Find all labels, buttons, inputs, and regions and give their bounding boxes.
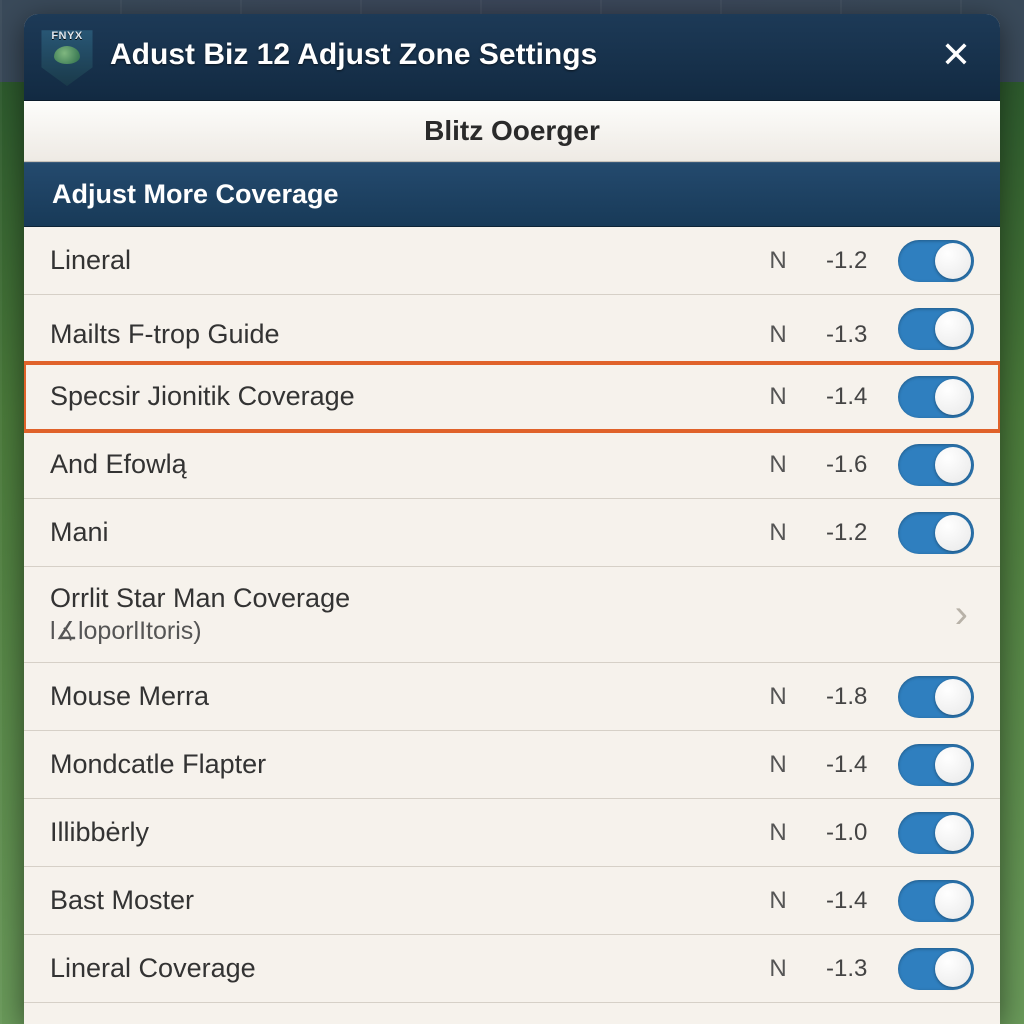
- titlebar: Adust Biz 12 Adjust Zone Settings ✕: [24, 14, 1000, 101]
- row-toggle[interactable]: [898, 240, 974, 282]
- panel-title: Adust Biz 12 Adjust Zone Settings: [110, 38, 920, 72]
- row-flag: N: [748, 519, 808, 547]
- row-flag: N: [748, 683, 808, 711]
- settings-row: LineralN-1.2: [24, 227, 1000, 295]
- row-flag: N: [748, 819, 808, 847]
- row-label: Mailts F-trop Guide: [50, 319, 748, 350]
- settings-row: Specsir Jionitik CoverageN-1.4: [24, 363, 1000, 431]
- row-flag: N: [748, 451, 808, 479]
- settings-row-nav[interactable]: Orrlit Star Man Coveragel∡loporlItoris)›: [24, 567, 1000, 663]
- settings-row: Mailts F-trop GuideN-1.3: [24, 295, 1000, 363]
- row-toggle[interactable]: [898, 880, 974, 922]
- settings-row: Mondcatle FlapterN-1.4: [24, 731, 1000, 799]
- row-label: And Efowlą: [50, 449, 748, 480]
- section-heading-label: Adjust More Coverage: [52, 179, 339, 209]
- row-subtext: l∡loporlItoris): [50, 616, 955, 647]
- row-label: Orrlit Star Man Coveragel∡loporlItoris): [50, 582, 955, 647]
- row-label: Lineral: [50, 245, 748, 276]
- subheader-label: Blitz Ooerger: [424, 115, 600, 146]
- settings-row: Bast MosterN-1.4: [24, 867, 1000, 935]
- row-toggle[interactable]: [898, 376, 974, 418]
- close-icon: ✕: [941, 34, 971, 76]
- row-value: -1.8: [808, 683, 898, 711]
- row-flag: N: [748, 751, 808, 779]
- row-value: -1.2: [808, 247, 898, 275]
- row-label: Bast Moster: [50, 885, 748, 916]
- row-toggle[interactable]: [898, 444, 974, 486]
- row-value: -1.2: [808, 519, 898, 547]
- row-value: -1.3: [808, 321, 898, 349]
- game-logo-shield-icon: [38, 24, 96, 86]
- row-label: Mani: [50, 517, 748, 548]
- row-label: Mouse Merra: [50, 681, 748, 712]
- row-label: Mondcatle Flapter: [50, 749, 748, 780]
- close-button[interactable]: ✕: [934, 33, 978, 77]
- row-toggle[interactable]: [898, 812, 974, 854]
- row-flag: N: [748, 887, 808, 915]
- row-value: -1.4: [808, 887, 898, 915]
- settings-row: Mouse MerraN-1.8: [24, 663, 1000, 731]
- row-toggle[interactable]: [898, 512, 974, 554]
- settings-list: LineralN-1.2Mailts F-trop GuideN-1.3Spec…: [24, 227, 1000, 1024]
- settings-row: Lineral CoverageN-1.3: [24, 935, 1000, 1003]
- settings-panel: Adust Biz 12 Adjust Zone Settings ✕ Blit…: [24, 14, 1000, 1024]
- row-toggle[interactable]: [898, 676, 974, 718]
- chevron-right-icon: ›: [955, 592, 974, 637]
- row-value: -1.4: [808, 383, 898, 411]
- row-toggle[interactable]: [898, 308, 974, 350]
- row-value: -1.6: [808, 451, 898, 479]
- row-value: -1.3: [808, 955, 898, 983]
- row-toggle[interactable]: [898, 948, 974, 990]
- row-label: Specsir Jionitik Coverage: [50, 381, 748, 412]
- settings-row: ManiN-1.2: [24, 499, 1000, 567]
- row-toggle[interactable]: [898, 744, 974, 786]
- row-value: -1.4: [808, 751, 898, 779]
- settings-row: IllibbėrlyN-1.0: [24, 799, 1000, 867]
- subheader-tab[interactable]: Blitz Ooerger: [24, 101, 1000, 162]
- row-flag: N: [748, 321, 808, 349]
- row-value: -1.0: [808, 819, 898, 847]
- row-flag: N: [748, 955, 808, 983]
- settings-row: And EfowląN-1.6: [24, 431, 1000, 499]
- row-flag: N: [748, 247, 808, 275]
- row-label: Illibbėrly: [50, 817, 748, 848]
- row-label: Lineral Coverage: [50, 953, 748, 984]
- section-heading: Adjust More Coverage: [24, 162, 1000, 227]
- row-flag: N: [748, 383, 808, 411]
